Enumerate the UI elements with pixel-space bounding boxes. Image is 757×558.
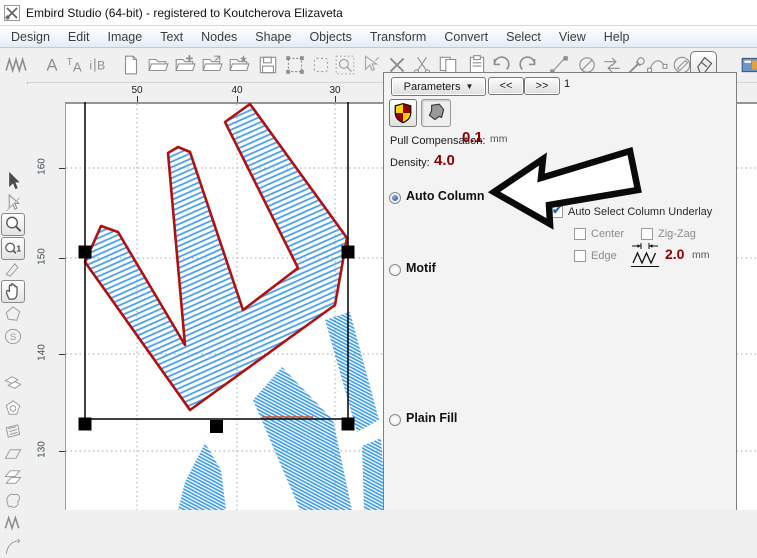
plain-fill-label[interactable]: Plain Fill	[406, 411, 457, 425]
node-pointer-tool[interactable]	[2, 192, 24, 213]
chevron-down-icon: ▼	[465, 82, 474, 91]
zigzag-label[interactable]: Zig-Zag	[658, 228, 696, 240]
show-panel-icon[interactable]	[740, 54, 757, 76]
ruler-left-label: 140	[36, 344, 48, 361]
pull-compensation-value[interactable]: 0.1	[462, 129, 483, 146]
density-label: Density:	[390, 157, 430, 169]
ruler-left-label: 130	[36, 441, 48, 458]
new-design-icon[interactable]	[120, 54, 142, 76]
selection-handle	[78, 245, 92, 259]
selection-handle	[341, 245, 355, 259]
pan-hand-tool[interactable]	[1, 280, 25, 303]
select-region-icon[interactable]	[310, 54, 332, 76]
menu-bar: Design Edit Image Text Nodes Shape Objects Tran…	[0, 26, 757, 48]
edge-label[interactable]: Edge	[591, 250, 617, 262]
ruler-top-label: 30	[329, 85, 341, 96]
ruler-top-label: 40	[231, 85, 243, 96]
zoom-tool-tool[interactable]	[1, 213, 25, 236]
ruler-top-label: 50	[131, 85, 143, 96]
parameters-dropdown-button[interactable]: Parameters ▼	[391, 77, 486, 96]
text-kerning-icon[interactable]	[85, 54, 107, 76]
menu-item-objects[interactable]: Objects	[300, 28, 360, 46]
auto-column-label[interactable]: Auto Column	[406, 189, 484, 203]
menu-item-convert[interactable]: Convert	[435, 28, 497, 46]
zoom-1to1-tool[interactable]	[1, 237, 25, 260]
shield-icon	[394, 103, 412, 124]
open-import-icon[interactable]	[201, 54, 223, 76]
plain-fill-radio[interactable]	[389, 414, 401, 426]
next-object-button[interactable]: >>	[524, 77, 560, 95]
select-all-icon[interactable]	[284, 54, 306, 76]
selected-embroidery-object[interactable]	[83, 102, 349, 412]
quick-select-icon[interactable]	[360, 54, 382, 76]
density-value[interactable]: 4.0	[434, 152, 455, 169]
parameters-panel: Parameters ▼ << >> 1 Pull Compensation: …	[383, 72, 737, 510]
menu-item-shape[interactable]: Shape	[246, 28, 300, 46]
outline-shape-tool[interactable]	[2, 304, 24, 325]
hatch-fill-tool[interactable]	[2, 421, 24, 442]
selection-handle	[341, 417, 355, 431]
object-number: 1	[564, 78, 571, 90]
edge-checkbox[interactable]	[574, 250, 586, 262]
app-window: Embird Studio (64-bit) - registered to K…	[0, 0, 757, 510]
arc-shape-tool[interactable]	[2, 537, 24, 558]
freehand-shape-tool[interactable]	[2, 490, 24, 511]
menu-item-text[interactable]: Text	[151, 28, 192, 46]
menu-item-design[interactable]: Design	[2, 28, 59, 46]
select-pointer-tool[interactable]	[2, 170, 24, 191]
manual-stitch-tool[interactable]	[2, 513, 24, 534]
layered-fill-tool[interactable]	[2, 373, 24, 394]
column-shape-icon	[428, 103, 445, 121]
shield-tool-button[interactable]	[389, 99, 417, 127]
column-shape-button[interactable]	[421, 99, 451, 127]
stitch-mode-icon[interactable]	[5, 54, 27, 76]
hole-shape-tool[interactable]	[2, 398, 24, 419]
knife-tool[interactable]	[2, 260, 24, 281]
title-bar: Embird Studio (64-bit) - registered to K…	[0, 0, 757, 26]
zigzag-spacing-icon	[631, 243, 659, 267]
menu-item-edit[interactable]: Edit	[59, 28, 99, 46]
save-design-icon[interactable]	[257, 54, 279, 76]
menu-item-transform[interactable]: Transform	[361, 28, 436, 46]
sfumato-tool[interactable]	[2, 326, 24, 347]
lettering-icon[interactable]	[41, 54, 63, 76]
menu-item-help[interactable]: Help	[595, 28, 639, 46]
motif-radio[interactable]	[389, 264, 401, 276]
tool-palette	[0, 82, 28, 510]
annotation-arrow	[487, 146, 642, 230]
ruler-left-label: 160	[36, 158, 48, 175]
window-title: Embird Studio (64-bit) - registered to K…	[26, 5, 343, 20]
zigzag-spacing-unit: mm	[692, 249, 710, 261]
app-icon	[4, 4, 20, 21]
column-strip-tool[interactable]	[2, 444, 24, 465]
selection-handle	[78, 417, 92, 431]
motif-label[interactable]: Motif	[406, 261, 436, 275]
stacked-columns-tool[interactable]	[2, 467, 24, 488]
text-transform-icon[interactable]	[63, 54, 85, 76]
selection-handle	[210, 420, 223, 433]
ruler-left-label: 150	[36, 248, 48, 265]
menu-item-view[interactable]: View	[550, 28, 595, 46]
menu-item-select[interactable]: Select	[497, 28, 550, 46]
open-design-icon[interactable]	[147, 54, 169, 76]
menu-item-image[interactable]: Image	[98, 28, 151, 46]
parameters-dropdown-label: Parameters	[403, 80, 461, 93]
auto-column-radio[interactable]	[389, 192, 401, 204]
open-template-icon[interactable]	[228, 54, 250, 76]
zigzag-spacing-value[interactable]: 2.0	[665, 246, 684, 262]
menu-item-nodes[interactable]: Nodes	[192, 28, 246, 46]
zoom-region-icon[interactable]	[334, 54, 356, 76]
ruler-left: 160 150 140 130	[27, 102, 66, 510]
open-add-icon[interactable]	[174, 54, 196, 76]
prev-object-button[interactable]: <<	[488, 77, 524, 95]
